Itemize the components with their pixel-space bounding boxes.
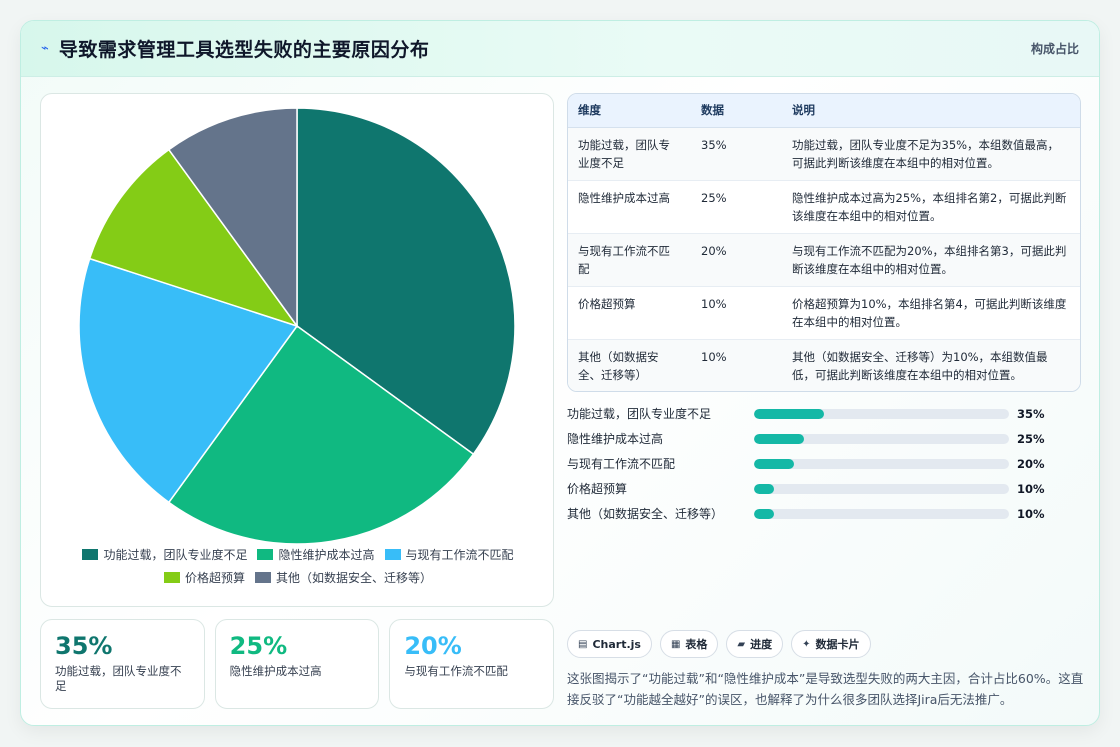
legend-swatch <box>257 549 274 560</box>
tag-table[interactable]: ▦ 表格 <box>659 630 719 658</box>
tag-list: ▤ Chart.js ▦ 表格 ▰ 进度 ✦ 数据卡片 <box>567 630 871 658</box>
kpi-label: 隐性维护成本过高 <box>229 664 322 678</box>
progress-label: 功能过载，团队专业度不足 <box>567 407 712 421</box>
tag-label: 表格 <box>685 638 708 651</box>
progress-value: 20% <box>1017 456 1045 471</box>
report-card: ⌁ 导致需求管理工具选型失败的主要原因分布 构成占比 功能过载，团队专业度不足隐… <box>20 20 1100 726</box>
kpi-value: 25% <box>229 632 288 660</box>
progress-row: 与现有工作流不匹配 20% <box>567 451 1081 476</box>
table-row: 隐性维护成本过高 25% 隐性维护成本过高为25%，本组排名第2，可据此判断该维度在… <box>568 180 1080 234</box>
kpi-card: 35% 功能过载，团队专业度不足 <box>40 619 205 709</box>
lightning-icon: ⌁ <box>41 41 49 56</box>
legend-swatch <box>255 572 271 583</box>
tag-label: 数据卡片 <box>815 638 860 651</box>
table-header-dimension: 维度 <box>568 94 691 128</box>
legend-item[interactable]: 功能过载，团队专业度不足 <box>82 546 247 563</box>
progress-bars: 功能过载，团队专业度不足 35% 隐性维护成本过高 25% 与现有工作流不匹配 20% 价格… <box>567 401 1081 526</box>
progress-label: 隐性维护成本过高 <box>567 432 664 446</box>
sparkle-icon: ✦ <box>802 638 811 650</box>
progress-label: 价格超预算 <box>567 482 628 496</box>
progress-row: 价格超预算 10% <box>567 476 1081 501</box>
progress-value: 10% <box>1017 506 1045 521</box>
tag-progress[interactable]: ▰ 进度 <box>726 630 784 658</box>
table-cell-description: 价格超预算为10%，本组排名第4，可据此判断该维度在本组中的相对位置。 <box>782 286 1080 340</box>
legend-swatch <box>82 549 99 560</box>
table-header-description: 说明 <box>782 94 1080 128</box>
tag-chart[interactable]: ▤ Chart.js <box>567 630 652 658</box>
progress-label: 其他（如数据安全、迁移等） <box>567 507 724 521</box>
table-cell-data: 10% <box>691 286 782 340</box>
progress-fill <box>754 483 774 494</box>
table-cell-data: 25% <box>691 180 782 234</box>
legend-item[interactable]: 与现有工作流不匹配 <box>384 546 514 563</box>
pie-chart-panel: 功能过载，团队专业度不足 隐性维护成本过高 与现有工作流不匹配价格超预算 其他（如数据… <box>40 93 554 607</box>
kpi-label: 与现有工作流不匹配 <box>404 664 508 678</box>
progress-value: 25% <box>1017 431 1045 446</box>
legend-swatch <box>163 572 180 583</box>
table-cell-description: 功能过载，团队专业度不足为35%，本组数值最高，可据此判断该维度在本组中的相对位… <box>782 127 1080 181</box>
legend-item[interactable]: 价格超预算 <box>163 569 245 586</box>
table-header-data: 数据 <box>691 94 782 128</box>
composition-label: 构成占比 <box>1030 42 1079 56</box>
kpi-value: 20% <box>404 632 462 660</box>
progress-fill <box>754 433 804 444</box>
kpi-value: 35% <box>55 632 113 660</box>
legend-swatch <box>384 549 401 560</box>
tag-label: 进度 <box>750 638 773 651</box>
progress-track <box>754 483 1009 494</box>
table-row: 其他（如数据安全、迁移等） 10% 其他（如数据安全、迁移等）为10%，本组数值最低… <box>568 339 1080 391</box>
legend-label: 其他（如数据安全、迁移等） <box>276 571 433 585</box>
legend-label: 功能过载，团队专业度不足 <box>103 548 248 562</box>
table-cell-description: 隐性维护成本过高为25%，本组排名第2，可据此判断该维度在本组中的相对位置。 <box>782 180 1080 234</box>
table-cell-dimension: 功能过载，团队专业度不足 <box>568 127 691 181</box>
tag-label: Chart.js <box>592 637 641 651</box>
table-row: 与现有工作流不匹配 20% 与现有工作流不匹配为20%，本组排名第3，可据此判断该维… <box>568 233 1080 287</box>
legend-item[interactable]: 其他（如数据安全、迁移等） <box>255 569 432 586</box>
table-cell-description: 与现有工作流不匹配为20%，本组排名第3，可据此判断该维度在本组中的相对位置。 <box>782 233 1080 287</box>
chart-icon: ▤ <box>578 638 588 650</box>
kpi-cards: 35% 功能过载，团队专业度不足 25% 隐性维护成本过高 20% 与现有工作流不匹配 <box>40 619 555 709</box>
table-cell-description: 其他（如数据安全、迁移等）为10%，本组数值最低，可据此判断该维度在本组中的相对… <box>782 339 1080 391</box>
progress-fill <box>754 408 824 419</box>
legend-label: 与现有工作流不匹配 <box>405 548 514 562</box>
progress-row: 其他（如数据安全、迁移等） 10% <box>567 501 1081 526</box>
progress-track <box>754 458 1009 469</box>
table-cell-dimension: 价格超预算 <box>568 286 691 340</box>
legend-label: 价格超预算 <box>184 571 245 585</box>
summary-text: 这张图揭示了“功能过载”和“隐性维护成本”是导致选型失败的两大主因，合计占比60… <box>567 671 1084 707</box>
card-header: ⌁ 导致需求管理工具选型失败的主要原因分布 构成占比 <box>21 21 1099 77</box>
tag-sparkle[interactable]: ✦ 数据卡片 <box>791 630 871 658</box>
progress-value: 35% <box>1017 406 1045 421</box>
table-cell-dimension: 隐性维护成本过高 <box>568 180 691 234</box>
progress-label: 与现有工作流不匹配 <box>567 457 676 471</box>
title-wrap: ⌁ 导致需求管理工具选型失败的主要原因分布 <box>41 35 429 62</box>
table-row: 功能过载，团队专业度不足 35% 功能过载，团队专业度不足为35%，本组数值最高，可… <box>568 127 1080 181</box>
legend-item[interactable]: 隐性维护成本过高 <box>257 546 375 563</box>
table-cell-dimension: 其他（如数据安全、迁移等） <box>568 339 691 391</box>
table-cell-data: 35% <box>691 127 782 181</box>
legend-label: 隐性维护成本过高 <box>278 548 375 562</box>
progress-value: 10% <box>1017 481 1045 496</box>
kpi-card: 25% 隐性维护成本过高 <box>214 619 380 709</box>
progress-fill <box>754 508 774 519</box>
progress-track <box>754 508 1009 519</box>
chart-legend: 功能过载，团队专业度不足 隐性维护成本过高 与现有工作流不匹配价格超预算 其他（如数据… <box>41 546 555 586</box>
progress-icon: ▰ <box>737 638 746 650</box>
progress-fill <box>754 458 794 469</box>
data-table: 维度 数据 说明 功能过载，团队专业度不足 35% 功能过载，团队专业度不足为35%… <box>567 93 1081 392</box>
progress-row: 功能过载，团队专业度不足 35% <box>567 401 1081 426</box>
page-title: 导致需求管理工具选型失败的主要原因分布 <box>58 39 430 61</box>
progress-row: 隐性维护成本过高 25% <box>567 426 1081 451</box>
progress-track <box>754 433 1009 444</box>
progress-track <box>754 408 1009 419</box>
table-cell-data: 20% <box>691 233 782 287</box>
table-icon: ▦ <box>670 638 681 650</box>
table-row: 价格超预算 10% 价格超预算为10%，本组排名第4，可据此判断该维度在本组中的相对… <box>568 286 1080 340</box>
kpi-label: 功能过载，团队专业度不足 <box>55 664 182 693</box>
kpi-card: 20% 与现有工作流不匹配 <box>389 619 555 709</box>
table-cell-data: 10% <box>691 339 782 391</box>
pie-chart <box>78 107 516 545</box>
table-cell-dimension: 与现有工作流不匹配 <box>568 233 691 287</box>
